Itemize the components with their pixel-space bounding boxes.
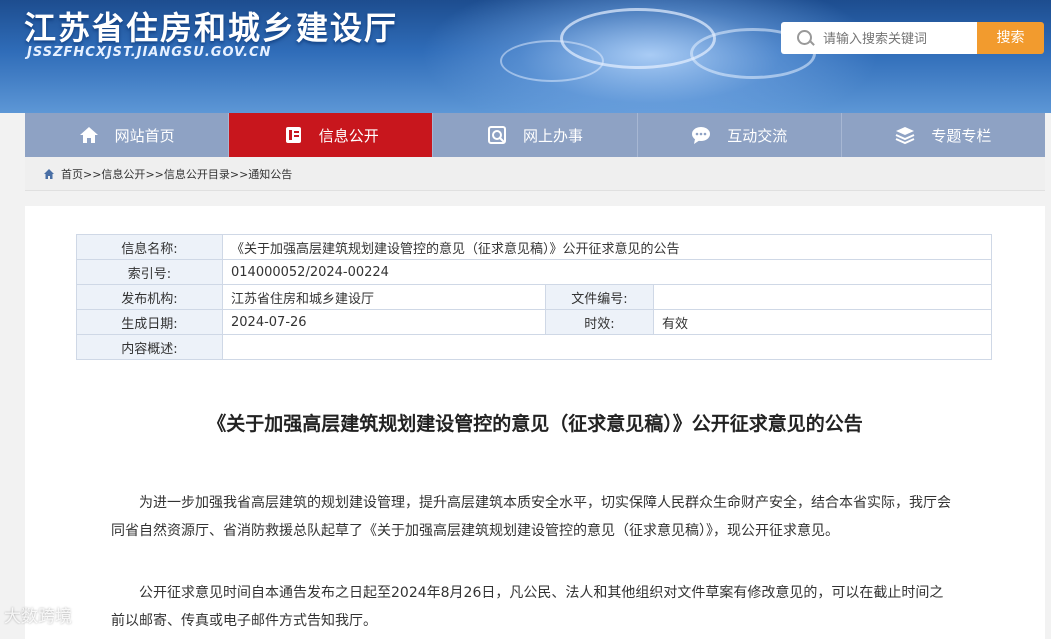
meta-value: 014000052/2024-00224 — [222, 259, 992, 285]
article-paragraph: 为进一步加强我省高层建筑的规划建设管理，提升高层建筑本质安全水平，切实保障人民群… — [111, 495, 951, 539]
nav-item-label: 互动交流 — [727, 126, 788, 145]
nav-item-special-topics[interactable]: 专题专栏 — [842, 113, 1045, 157]
breadcrumb-info-public-link[interactable]: >>信息公开 — [83, 166, 145, 182]
table-row: 内容概述: — [76, 334, 992, 360]
info-meta-table: 信息名称: 《关于加强高层建筑规划建设管控的意见（征求意见稿）》公开征求意见的公… — [76, 234, 992, 360]
meta-label: 索引号: — [76, 259, 223, 285]
nav-item-online-service[interactable]: 网上办事 — [433, 113, 638, 157]
home-icon — [79, 125, 99, 145]
table-row: 生成日期: 2024-07-26 时效: 有效 — [76, 309, 992, 335]
meta-value — [222, 334, 992, 360]
nav-item-label: 网上办事 — [523, 126, 584, 145]
search-button[interactable]: 搜索 — [977, 22, 1044, 54]
meta-label: 信息名称: — [76, 234, 223, 260]
layers-icon — [895, 125, 915, 145]
watermark: 大数跨境 — [4, 607, 72, 627]
search-icon — [797, 30, 812, 45]
home-icon — [43, 168, 55, 180]
meta-label: 生成日期: — [76, 309, 223, 335]
nav-item-label: 信息公开 — [318, 126, 379, 145]
breadcrumb-catalog-link[interactable]: >>信息公开目录 — [145, 166, 229, 182]
meta-value: 江苏省住房和城乡建设厅 — [222, 284, 546, 310]
service-icon — [487, 125, 507, 145]
nav-item-label: 专题专栏 — [931, 126, 992, 145]
meta-label: 内容概述: — [76, 334, 223, 360]
search-box[interactable] — [781, 22, 977, 54]
site-title[interactable]: 江苏省住房和城乡建设厅 — [24, 3, 398, 49]
table-row: 信息名称: 《关于加强高层建筑规划建设管控的意见（征求意见稿）》公开征求意见的公… — [76, 234, 992, 260]
breadcrumb: 首页 >>信息公开 >>信息公开目录 >>通知公告 — [25, 157, 1045, 191]
site-domain: JSSZFHCXJST.JIANGSU.GOV.CN — [27, 45, 272, 60]
nav-item-home[interactable]: 网站首页 — [25, 113, 230, 157]
document-icon — [283, 125, 303, 145]
meta-value: 有效 — [653, 309, 992, 335]
article-title: 《关于加强高层建筑规划建设管控的意见（征求意见稿）》公开征求意见的公告 — [207, 413, 863, 435]
table-row: 索引号: 014000052/2024-00224 — [76, 259, 992, 285]
table-row: 发布机构: 江苏省住房和城乡建设厅 文件编号: — [76, 284, 992, 310]
site-header: 江苏省住房和城乡建设厅 JSSZFHCXJST.JIANGSU.GOV.CN 搜… — [0, 0, 1051, 113]
search-input[interactable] — [821, 27, 975, 51]
meta-value: 2024-07-26 — [222, 309, 546, 335]
article-paragraph: 公开征求意见时间自本通告发布之日起至2024年8月26日，凡公民、法人和其他组织… — [111, 585, 944, 629]
meta-label: 发布机构: — [76, 284, 223, 310]
meta-label: 时效: — [545, 309, 654, 335]
header-banner-building — [500, 40, 604, 82]
chat-icon — [691, 125, 711, 145]
main-content: 信息名称: 《关于加强高层建筑规划建设管控的意见（征求意见稿）》公开征求意见的公… — [25, 206, 1045, 639]
breadcrumb-notice-link[interactable]: >>通知公告 — [230, 166, 292, 182]
meta-label: 文件编号: — [545, 284, 654, 310]
meta-value — [653, 284, 992, 310]
nav-item-info-public[interactable]: 信息公开 — [229, 113, 434, 157]
meta-value: 《关于加强高层建筑规划建设管控的意见（征求意见稿）》公开征求意见的公告 — [222, 234, 992, 260]
main-nav: 网站首页 信息公开 网上办事 互动交流 专题专栏 — [25, 113, 1045, 157]
nav-item-label: 网站首页 — [114, 126, 175, 145]
nav-item-interaction[interactable]: 互动交流 — [638, 113, 842, 157]
breadcrumb-home-link[interactable]: 首页 — [61, 166, 83, 182]
